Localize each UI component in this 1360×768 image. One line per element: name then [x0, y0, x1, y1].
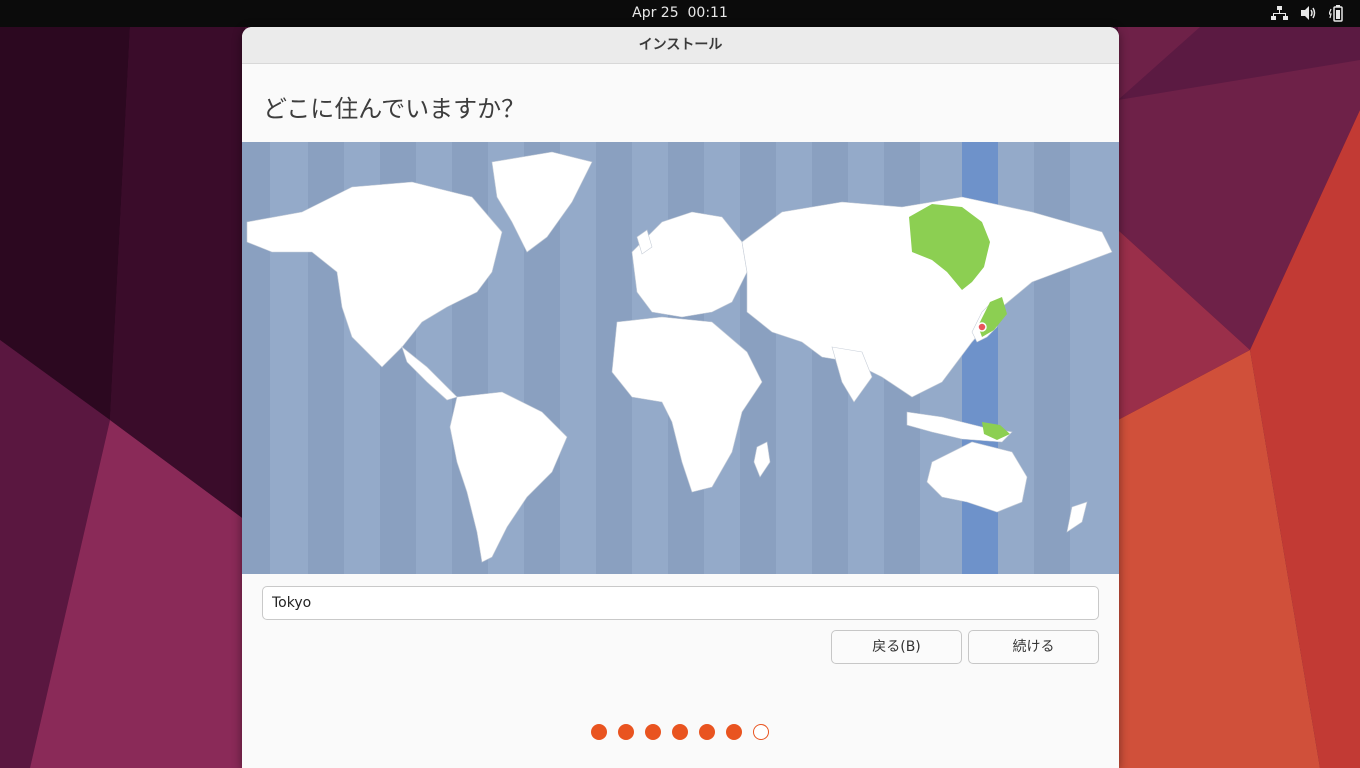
network-icon[interactable]: [1271, 4, 1288, 22]
progress-dot-complete: [699, 724, 715, 740]
timezone-map[interactable]: [242, 142, 1119, 574]
progress-dot-complete: [591, 724, 607, 740]
top-bar: Apr 25 00:11: [0, 0, 1360, 27]
window-title: インストール: [242, 27, 1119, 64]
progress-dot-complete: [672, 724, 688, 740]
page-heading: どこに住んでいますか？: [263, 95, 526, 123]
battery-icon[interactable]: [1328, 4, 1346, 22]
continue-button[interactable]: 続ける: [968, 630, 1099, 664]
progress-dot-complete: [726, 724, 742, 740]
progress-dot-current: [753, 724, 769, 740]
progress-dot-complete: [618, 724, 634, 740]
volume-icon[interactable]: [1300, 4, 1317, 22]
back-button[interactable]: 戻る(B): [831, 630, 962, 664]
location-input[interactable]: [262, 586, 1099, 620]
system-tray[interactable]: [1271, 4, 1346, 22]
progress-dot-complete: [645, 724, 661, 740]
progress-indicator: [591, 724, 769, 740]
clock[interactable]: Apr 25 00:11: [0, 5, 1360, 21]
installer-window: インストール どこに住んでいますか？ Tokyo 戻る(B) 続ける: [242, 27, 1119, 768]
selected-city-marker: [977, 322, 987, 332]
